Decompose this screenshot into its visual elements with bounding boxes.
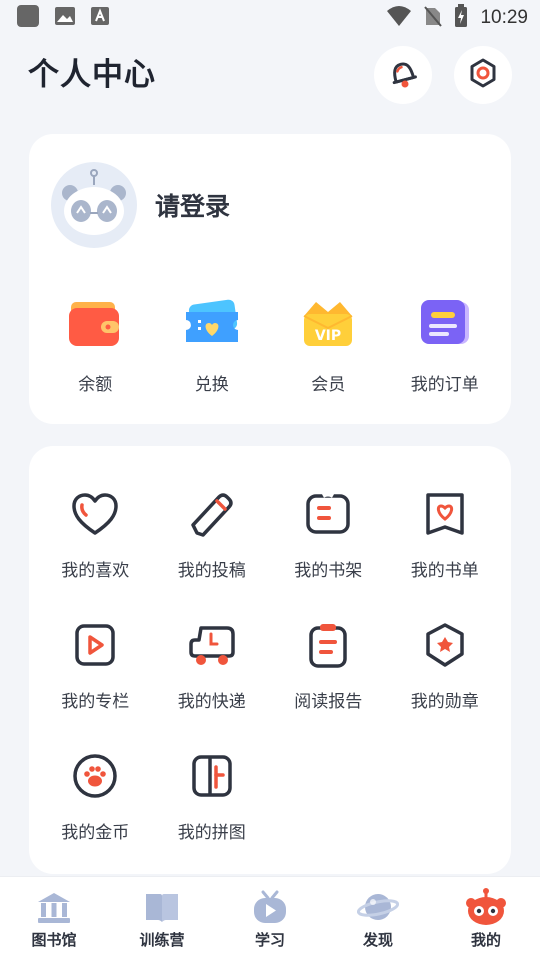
heart-icon xyxy=(67,486,123,542)
bottom-nav: 图书馆 训练营 学习 发现 我的 xyxy=(0,876,540,960)
nav-label: 学习 xyxy=(254,931,285,949)
wallet-icon xyxy=(65,294,125,354)
features-grid: 我的喜欢 我的投稿 我的书架 我的书单 我的专栏 我的快递 阅读报告 我的勋章 … xyxy=(37,486,503,843)
font-notification-icon xyxy=(90,6,110,30)
quick-actions: 余额 兑换 VIP 会员 我的订单 xyxy=(37,294,503,395)
bell-icon xyxy=(386,56,420,94)
feature-my-columns[interactable]: 我的专栏 xyxy=(37,617,154,712)
medal-icon xyxy=(417,617,473,673)
wifi-icon xyxy=(386,5,412,31)
booklist-icon xyxy=(417,486,473,542)
nav-label: 我的 xyxy=(470,931,501,949)
feature-label: 阅读报告 xyxy=(294,692,363,712)
feature-my-puzzles[interactable]: 我的拼图 xyxy=(154,748,271,843)
battery-charging-icon xyxy=(454,4,468,32)
quick-item-vip[interactable]: VIP 会员 xyxy=(270,294,387,395)
nav-tab-me[interactable]: 我的 xyxy=(432,877,540,960)
ticket-icon xyxy=(182,294,242,354)
notification-button[interactable] xyxy=(374,46,432,104)
feature-label: 我的勋章 xyxy=(410,692,479,712)
feature-label: 我的喜欢 xyxy=(61,561,130,581)
feature-label: 我的金币 xyxy=(61,823,130,843)
login-row[interactable]: 请登录 xyxy=(51,162,230,248)
page-header: 个人中心 xyxy=(0,36,540,120)
status-time: 10:29 xyxy=(480,7,528,28)
nav-tab-library[interactable]: 图书馆 xyxy=(0,877,108,960)
settings-button[interactable] xyxy=(454,46,512,104)
feature-my-medals[interactable]: 我的勋章 xyxy=(387,617,504,712)
pencil-icon xyxy=(184,486,240,542)
avatar[interactable] xyxy=(51,162,137,248)
puzzle-icon xyxy=(184,748,240,804)
quick-item-balance[interactable]: 余额 xyxy=(37,294,154,395)
vip-crown-icon: VIP xyxy=(298,294,358,354)
nav-label: 发现 xyxy=(362,931,393,949)
panda-robot-avatar-icon xyxy=(54,163,134,247)
feature-label: 我的快递 xyxy=(177,692,246,712)
features-card: 我的喜欢 我的投稿 我的书架 我的书单 我的专栏 我的快递 阅读报告 我的勋章 … xyxy=(29,446,511,874)
feature-my-likes[interactable]: 我的喜欢 xyxy=(37,486,154,581)
profile-card: 请登录 余额 兑换 VIP 会员 我的订单 xyxy=(29,134,511,424)
status-notifications xyxy=(16,4,110,32)
feature-my-bookshelf[interactable]: 我的书架 xyxy=(270,486,387,581)
feature-label: 我的专栏 xyxy=(61,692,130,712)
nav-tab-study[interactable]: 学习 xyxy=(216,877,324,960)
quick-item-orders[interactable]: 我的订单 xyxy=(387,294,504,395)
feature-my-booklist[interactable]: 我的书单 xyxy=(387,486,504,581)
delivery-truck-icon xyxy=(184,617,240,673)
nav-tab-discover[interactable]: 发现 xyxy=(324,877,432,960)
feature-label: 我的拼图 xyxy=(177,823,246,843)
report-clipboard-icon xyxy=(300,617,356,673)
svg-text:VIP: VIP xyxy=(315,328,341,344)
feature-my-coins[interactable]: 我的金币 xyxy=(37,748,154,843)
feature-label: 我的书架 xyxy=(294,561,363,581)
quick-label: 兑换 xyxy=(194,375,229,395)
me-robot-icon xyxy=(464,887,508,927)
bookshelf-icon xyxy=(300,486,356,542)
login-prompt[interactable]: 请登录 xyxy=(155,187,230,223)
feature-label: 我的书单 xyxy=(410,561,479,581)
column-play-icon xyxy=(67,617,123,673)
feature-my-submissions[interactable]: 我的投稿 xyxy=(154,486,271,581)
coin-paw-icon xyxy=(67,748,123,804)
settings-hexagon-icon xyxy=(467,57,499,93)
feature-label: 我的投稿 xyxy=(177,561,246,581)
app-notification-icon xyxy=(16,4,40,32)
feature-my-deliveries[interactable]: 我的快递 xyxy=(154,617,271,712)
feature-reading-report[interactable]: 阅读报告 xyxy=(270,617,387,712)
discover-planet-icon xyxy=(356,887,400,927)
nav-label: 图书馆 xyxy=(31,931,77,949)
page-title: 个人中心 xyxy=(28,56,156,93)
quick-label: 我的订单 xyxy=(410,375,479,395)
image-notification-icon xyxy=(54,6,76,30)
no-sim-icon xyxy=(424,5,443,31)
nav-label: 训练营 xyxy=(139,931,185,949)
study-tv-icon xyxy=(248,887,292,927)
status-bar: 10:29 xyxy=(0,0,540,36)
quick-label: 会员 xyxy=(311,375,346,395)
library-icon xyxy=(32,887,76,927)
order-icon xyxy=(415,294,475,354)
training-book-icon xyxy=(140,887,184,927)
quick-label: 余额 xyxy=(78,375,113,395)
nav-tab-training[interactable]: 训练营 xyxy=(108,877,216,960)
quick-item-redeem[interactable]: 兑换 xyxy=(154,294,271,395)
